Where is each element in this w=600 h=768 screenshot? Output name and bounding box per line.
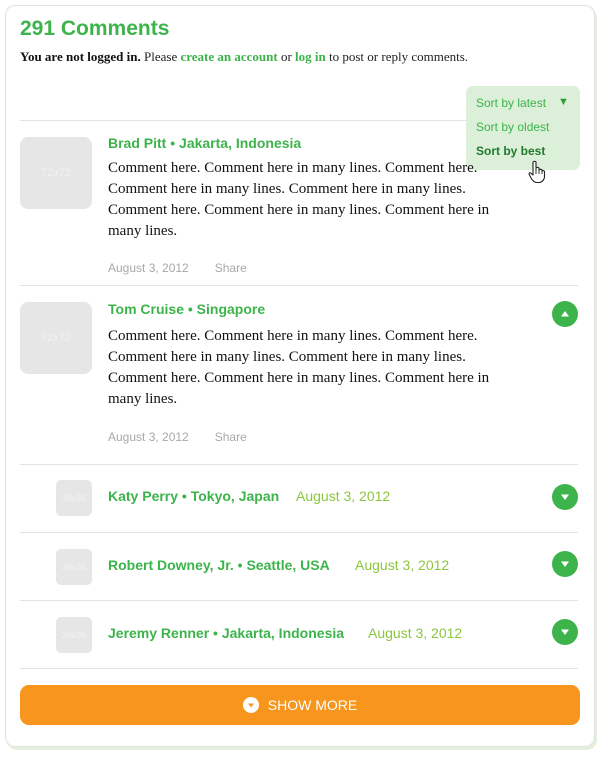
avatar[interactable]: 36x36 <box>56 617 92 653</box>
chevron-down-icon <box>561 494 569 500</box>
comment-author[interactable]: Brad Pitt • Jakarta, Indonesia <box>108 135 301 151</box>
reply-date: August 3, 2012 <box>368 625 463 641</box>
not-logged-in-text: You are not logged in. <box>20 49 141 64</box>
author-name[interactable]: Tom Cruise <box>108 301 184 317</box>
chevron-down-icon <box>561 561 569 567</box>
expand-reply-button[interactable] <box>552 619 578 645</box>
divider <box>20 600 578 601</box>
comment-date: August 3, 2012 <box>108 261 189 275</box>
show-more-button[interactable]: SHOW MORE <box>20 685 580 725</box>
divider <box>20 668 578 669</box>
author-name[interactable]: Robert Downey, Jr. <box>108 557 234 573</box>
divider <box>20 532 578 533</box>
comment-text: Comment here. Comment here in many lines… <box>108 160 490 239</box>
show-more-label: SHOW MORE <box>267 697 358 713</box>
create-account-link[interactable]: create an account <box>180 49 277 64</box>
author-separator: • <box>178 488 191 504</box>
share-link[interactable]: Share <box>215 261 247 275</box>
author-location: Tokyo, Japan <box>190 488 280 504</box>
author-name[interactable]: Jeremy Renner <box>108 625 209 641</box>
reply-author[interactable]: Jeremy Renner • Jakarta, Indonesia <box>108 625 344 641</box>
author-name[interactable]: Katy Perry <box>108 488 178 504</box>
author-location: Seattle, USA <box>246 557 330 573</box>
comments-count-title: 291 Comments <box>20 17 170 40</box>
reply-date: August 3, 2012 <box>296 488 391 504</box>
comment-author[interactable]: Tom Cruise • Singapore <box>108 301 265 317</box>
author-separator: • <box>183 301 197 317</box>
expand-reply-button[interactable] <box>552 484 578 510</box>
chevron-down-icon[interactable]: ▼ <box>558 96 569 108</box>
author-location: Jakarta, Indonesia <box>179 135 302 151</box>
expand-reply-button[interactable] <box>552 551 578 577</box>
comment-text: Comment here. Comment here in many lines… <box>108 328 490 407</box>
avatar[interactable]: 36x36 <box>56 480 92 516</box>
share-link[interactable]: Share <box>215 430 247 444</box>
author-location: Jakarta, Indonesia <box>221 625 345 641</box>
author-separator: • <box>166 135 180 151</box>
comment-meta: August 3, 2012 Share <box>108 430 247 444</box>
avatar[interactable]: 72x72 <box>20 302 92 374</box>
please-text: Please <box>140 49 181 64</box>
comment-meta: August 3, 2012 Share <box>108 261 247 275</box>
author-location: Singapore <box>196 301 266 317</box>
or-text: or <box>277 49 296 64</box>
divider <box>20 464 578 465</box>
sort-option-oldest[interactable]: Sort by oldest <box>476 120 549 134</box>
chevron-up-icon <box>561 311 569 317</box>
author-separator: • <box>209 625 222 641</box>
avatar[interactable]: 36x36 <box>56 549 92 585</box>
notice-suffix-text: to post or reply comments. <box>325 49 469 64</box>
reply-author[interactable]: Katy Perry • Tokyo, Japan <box>108 488 279 504</box>
author-name[interactable]: Brad Pitt <box>108 135 166 151</box>
divider <box>20 285 578 286</box>
comment-date: August 3, 2012 <box>108 430 189 444</box>
sort-option-best[interactable]: Sort by best <box>476 144 545 158</box>
login-notice: You are not logged in. Please create an … <box>20 49 468 65</box>
reply-date: August 3, 2012 <box>355 557 450 573</box>
author-separator: • <box>233 557 247 573</box>
sort-option-latest[interactable]: Sort by latest <box>476 96 546 110</box>
reply-author[interactable]: Robert Downey, Jr. • Seattle, USA <box>108 557 330 573</box>
chevron-down-icon <box>242 697 259 713</box>
log-in-link[interactable]: log in <box>295 49 326 64</box>
avatar[interactable]: 72x72 <box>20 137 92 209</box>
chevron-down-icon <box>561 629 569 635</box>
collapse-replies-button[interactable] <box>552 301 578 327</box>
hand-pointer-icon <box>528 160 546 184</box>
